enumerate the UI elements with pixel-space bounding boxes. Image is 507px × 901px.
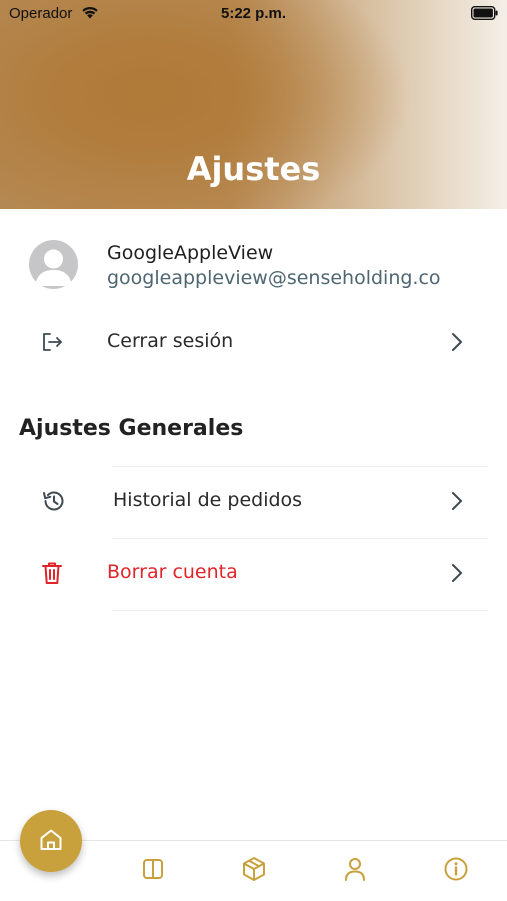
page-title: Ajustes bbox=[186, 150, 321, 188]
battery-icon bbox=[471, 6, 498, 20]
status-time: 5:22 p.m. bbox=[220, 5, 287, 22]
logout-icon bbox=[43, 333, 62, 351]
package-icon[interactable] bbox=[240, 855, 268, 883]
divider bbox=[112, 466, 488, 467]
logout-label: Cerrar sesión bbox=[107, 330, 234, 352]
profile-email: googleappleview@senseholding.co bbox=[107, 267, 441, 289]
chevron-right-icon bbox=[452, 333, 462, 351]
book-icon[interactable] bbox=[139, 855, 167, 883]
divider bbox=[112, 538, 488, 539]
delete-account-row[interactable]: Borrar cuenta bbox=[0, 545, 507, 601]
profile-card: GoogleAppleView googleappleview@sensehol… bbox=[0, 226, 507, 300]
order-history-label: Historial de pedidos bbox=[113, 489, 303, 511]
trash-icon bbox=[42, 562, 62, 584]
profile-icon[interactable] bbox=[341, 855, 369, 883]
chevron-right-icon bbox=[452, 564, 462, 582]
home-button[interactable] bbox=[20, 810, 82, 872]
order-history-row[interactable]: Historial de pedidos bbox=[0, 473, 507, 529]
delete-account-label: Borrar cuenta bbox=[107, 561, 238, 583]
divider bbox=[112, 610, 488, 611]
avatar bbox=[29, 240, 78, 289]
history-icon bbox=[43, 491, 64, 511]
status-bar: Operador 5:22 p.m. bbox=[0, 0, 507, 30]
profile-name: GoogleAppleView bbox=[107, 242, 274, 264]
home-icon bbox=[40, 829, 62, 850]
logout-row[interactable]: Cerrar sesión bbox=[0, 314, 507, 370]
chevron-right-icon bbox=[452, 492, 462, 510]
section-title-general: Ajustes Generales bbox=[19, 416, 244, 441]
header-banner: Operador 5:22 p.m. Ajustes bbox=[0, 0, 507, 209]
user-placeholder-icon bbox=[35, 249, 72, 286]
info-icon[interactable] bbox=[442, 855, 470, 883]
